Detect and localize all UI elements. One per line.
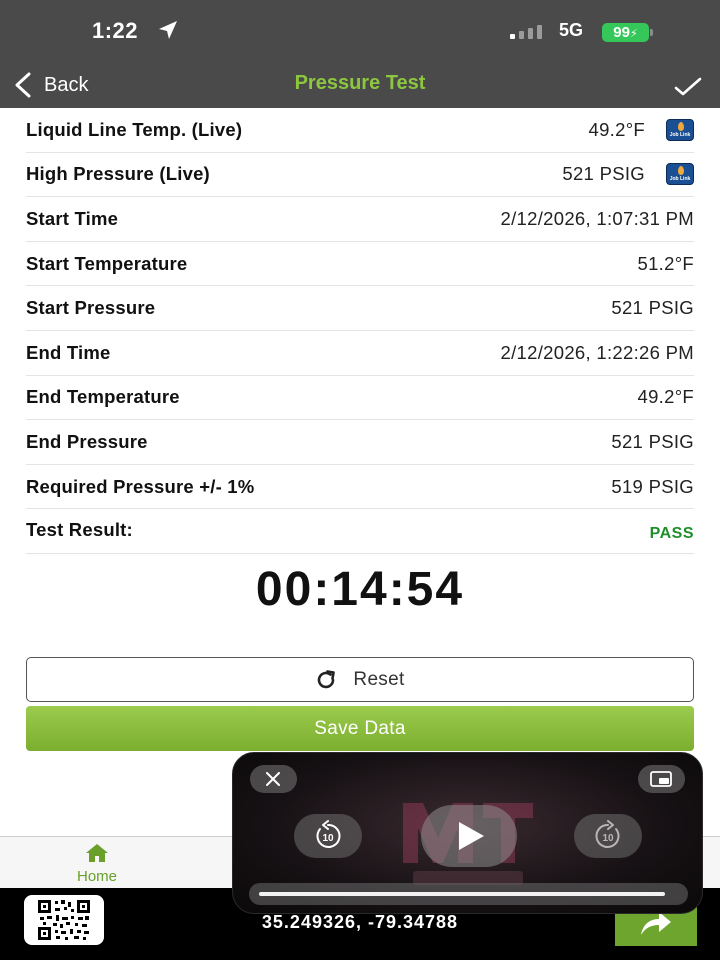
picture-in-picture-player[interactable]: 10 10 bbox=[232, 752, 703, 914]
row-end-pressure: End Pressure 521 PSIG bbox=[26, 420, 694, 465]
status-time: 1:22 bbox=[92, 18, 139, 43]
network-type: 5G bbox=[559, 20, 584, 40]
page-title: Pressure Test bbox=[294, 72, 426, 94]
cellular-signal-icon bbox=[510, 25, 550, 39]
pip-restore-button[interactable] bbox=[638, 765, 685, 793]
pip-progress-fill bbox=[259, 892, 665, 896]
row-label: Start Time bbox=[26, 207, 119, 229]
row-liquid-line-temp: Liquid Line Temp. (Live) 49.2°F Job Link bbox=[26, 108, 694, 153]
home-icon bbox=[86, 844, 108, 862]
close-icon bbox=[266, 772, 280, 786]
row-end-time: End Time 2/12/2026, 1:22:26 PM bbox=[26, 331, 694, 376]
row-label: End Pressure bbox=[26, 430, 148, 452]
row-label: Start Pressure bbox=[26, 297, 156, 319]
gps-coordinates: 35.249326, -79.34788 bbox=[261, 912, 459, 932]
row-required-pressure: Required Pressure +/- 1% 519 PSIG bbox=[26, 465, 694, 510]
save-data-button[interactable]: Save Data bbox=[26, 706, 694, 751]
status-bar: 1:22 5G 99⚡ bbox=[0, 0, 720, 62]
pressure-test-data-list: Liquid Line Temp. (Live) 49.2°F Job Link… bbox=[26, 108, 694, 554]
battery-cap bbox=[650, 29, 653, 36]
row-value: 521 PSIG bbox=[562, 163, 645, 185]
refresh-icon bbox=[318, 669, 336, 688]
row-value: 2/12/2026, 1:22:26 PM bbox=[500, 341, 694, 363]
pip-progress-bar[interactable] bbox=[249, 883, 688, 905]
row-value: 49.2°F bbox=[637, 386, 694, 408]
navigation-bar: Back Pressure Test bbox=[0, 62, 720, 108]
row-label: End Time bbox=[26, 341, 111, 363]
row-end-temperature: End Temperature 49.2°F bbox=[26, 376, 694, 421]
skip-forward-button[interactable]: 10 bbox=[574, 814, 642, 858]
row-value: 519 PSIG bbox=[611, 475, 694, 497]
battery-icon: 99⚡ bbox=[602, 23, 649, 42]
tab-home-label: Home bbox=[76, 868, 117, 885]
location-arrow-icon bbox=[159, 21, 177, 39]
skip-forward-10-icon: 10 bbox=[595, 820, 620, 848]
job-link-icon[interactable]: Job Link bbox=[666, 118, 694, 141]
save-data-label: Save Data bbox=[314, 717, 406, 739]
row-label: Liquid Line Temp. (Live) bbox=[26, 118, 243, 140]
test-result-badge: PASS bbox=[649, 525, 694, 543]
row-start-pressure: Start Pressure 521 PSIG bbox=[26, 286, 694, 331]
play-button[interactable] bbox=[421, 805, 517, 867]
pip-restore-icon bbox=[650, 771, 672, 787]
row-label: Required Pressure +/- 1% bbox=[26, 475, 255, 497]
checkmark-icon[interactable] bbox=[674, 76, 702, 96]
reset-label: Reset bbox=[353, 668, 405, 690]
row-label: Start Temperature bbox=[26, 252, 188, 274]
tab-home[interactable]: Home bbox=[62, 843, 132, 887]
row-label: Test Result: bbox=[26, 519, 133, 541]
row-value: 49.2°F bbox=[588, 118, 645, 140]
row-value: 2/12/2026, 1:07:31 PM bbox=[500, 207, 694, 229]
svg-text:10: 10 bbox=[602, 833, 614, 844]
elapsed-timer: 00:14:54 bbox=[255, 563, 465, 616]
row-label: End Temperature bbox=[26, 386, 180, 408]
battery-level: 99 bbox=[613, 24, 630, 41]
row-high-pressure: High Pressure (Live) 521 PSIG Job Link bbox=[26, 153, 694, 198]
row-value: 51.2°F bbox=[637, 252, 694, 274]
pip-close-button[interactable] bbox=[250, 765, 297, 793]
row-value: 521 PSIG bbox=[611, 430, 694, 452]
skip-back-10-icon: 10 bbox=[316, 820, 341, 848]
row-start-time: Start Time 2/12/2026, 1:07:31 PM bbox=[26, 197, 694, 242]
play-icon bbox=[459, 822, 484, 850]
row-test-result: Test Result: PASS bbox=[26, 509, 694, 554]
row-label: High Pressure (Live) bbox=[26, 163, 210, 185]
reset-button[interactable]: Reset bbox=[26, 657, 694, 702]
job-link-icon[interactable]: Job Link bbox=[666, 163, 694, 186]
row-value: 521 PSIG bbox=[611, 297, 694, 319]
row-start-temperature: Start Temperature 51.2°F bbox=[26, 242, 694, 287]
skip-back-button[interactable]: 10 bbox=[294, 814, 362, 858]
svg-text:10: 10 bbox=[322, 833, 334, 844]
